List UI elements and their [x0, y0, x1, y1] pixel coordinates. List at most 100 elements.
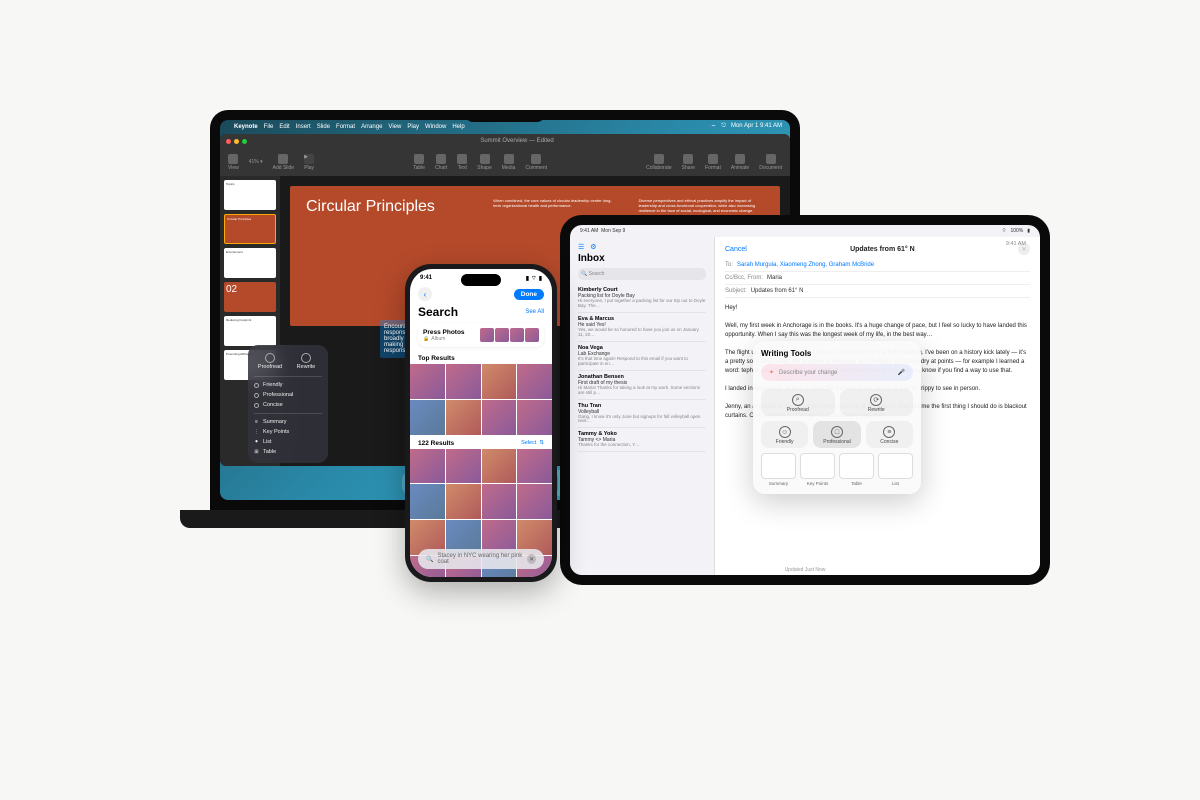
menubar-edit[interactable]: Edit — [279, 124, 289, 130]
battery-icon: ▮ — [1027, 228, 1030, 234]
photo-thumbnail[interactable] — [446, 400, 481, 435]
toolbar-share[interactable]: Share — [682, 154, 695, 171]
toolbar-add-slide[interactable]: Add Slide — [273, 154, 294, 171]
menubar-format[interactable]: Format — [336, 124, 355, 130]
slide-thumb[interactable]: Reducing Footprint — [224, 316, 276, 346]
menubar-slide[interactable]: Slide — [317, 124, 330, 130]
mail-list-item[interactable]: Jonathan BensenFirst draft of my thesisH… — [578, 371, 706, 400]
rewrite-button[interactable]: Rewrite — [290, 351, 322, 372]
concise-option[interactable]: Concise — [254, 400, 322, 410]
describe-change-input[interactable]: ✦ Describe your change 🎤 — [761, 364, 913, 381]
wifi-icon: ⌔ — [531, 274, 537, 282]
toolbar-view[interactable]: View — [228, 154, 239, 171]
toolbar-play[interactable]: ▶Play — [304, 154, 314, 171]
photo-thumbnail[interactable] — [482, 449, 517, 484]
photo-thumbnail[interactable] — [482, 484, 517, 519]
slide-thumb[interactable]: Topics — [224, 180, 276, 210]
toolbar-zoom[interactable]: 41% ▾ — [249, 159, 263, 165]
proofread-button[interactable]: ⌕Proofread — [761, 389, 835, 416]
mail-list-item[interactable]: Thu TranVolleyballGang, I know it's only… — [578, 400, 706, 429]
photo-thumbnail[interactable] — [517, 484, 552, 519]
toolbar-format[interactable]: Format — [705, 154, 721, 171]
photos-search-field[interactable]: 🔍 Stacey in NYC wearing her pink coat ✕ — [418, 549, 544, 569]
concise-button[interactable]: ≡Concise — [866, 421, 913, 448]
slide-thumb[interactable]: 02 — [224, 282, 276, 312]
ipad-date: Mon Sep 9 — [601, 228, 625, 234]
menubar-play[interactable]: Play — [407, 124, 419, 130]
photo-thumbnail[interactable] — [517, 449, 552, 484]
photo-thumbnail[interactable] — [410, 449, 445, 484]
photo-thumbnail[interactable] — [446, 484, 481, 519]
photo-thumbnail[interactable] — [482, 364, 517, 399]
toolbar-shape[interactable]: Shape — [477, 154, 491, 171]
toolbar-document[interactable]: Document — [759, 154, 782, 171]
table-option[interactable]: ⊞Table — [254, 447, 322, 457]
to-field[interactable]: To:Sarah Murguia, Xiaomeng Zhong, Graham… — [725, 259, 1030, 272]
app-name[interactable]: Keynote — [234, 124, 258, 130]
sort-icon[interactable]: ⇅ — [539, 440, 544, 446]
mail-list-item[interactable]: Eva & MarcusHe said Yes!Yes, we would be… — [578, 313, 706, 342]
cc-field[interactable]: Cc/Bcc, From:Maria — [725, 272, 1030, 285]
summary-option[interactable]: ≡Summary — [254, 417, 322, 427]
mail-list-item[interactable]: Kimberly CourtPacking list for Doyle Bay… — [578, 284, 706, 313]
control-center-icon[interactable]: ⎋ — [721, 123, 726, 131]
mic-icon[interactable]: 🎤 — [898, 369, 905, 376]
toolbar-chart[interactable]: Chart — [435, 154, 447, 171]
mail-search-field[interactable]: 🔍 Search — [578, 268, 706, 280]
slide-title[interactable]: Circular Principles — [306, 198, 473, 216]
wifi-icon[interactable]: ⌔ — [711, 123, 717, 131]
toolbar-media[interactable]: Media — [502, 154, 516, 171]
menubar-insert[interactable]: Insert — [296, 124, 311, 130]
photo-thumbnail[interactable] — [517, 364, 552, 399]
toolbar-text[interactable]: Text — [457, 154, 467, 171]
proofread-button[interactable]: Proofread — [254, 351, 286, 372]
menubar-view[interactable]: View — [388, 124, 401, 130]
sidebar-toggle-icon[interactable]: ☰ — [578, 243, 584, 251]
slide-thumb[interactable]: Circular Principles — [224, 214, 276, 244]
photo-thumbnail[interactable] — [482, 400, 517, 435]
photo-thumbnail[interactable] — [410, 400, 445, 435]
menubar-file[interactable]: File — [264, 124, 274, 130]
photo-thumbnail[interactable] — [410, 484, 445, 519]
album-result-card[interactable]: Press Photos 🔒Album — [418, 323, 544, 347]
subject-field[interactable]: Subject:Updates from 61° N — [725, 285, 1030, 298]
menubar-datetime[interactable]: Mon Apr 1 9:41 AM — [731, 123, 782, 131]
menubar-window[interactable]: Window — [425, 124, 446, 130]
window-minimize-button[interactable] — [234, 139, 239, 144]
friendly-option[interactable]: Friendly — [254, 380, 322, 390]
table-card[interactable]: Table — [839, 453, 874, 486]
done-button[interactable]: Done — [514, 289, 544, 300]
professional-button[interactable]: □Professional — [813, 421, 860, 448]
back-button[interactable]: ‹ — [418, 287, 432, 301]
filter-icon[interactable]: ⚙ — [590, 243, 596, 251]
toolbar-collaborate[interactable]: Collaborate — [646, 154, 672, 171]
slide-thumb[interactable]: Environment — [224, 248, 276, 278]
professional-option[interactable]: Professional — [254, 390, 322, 400]
mail-list-item[interactable]: Noa VegaLab ExchangeIt's that time again… — [578, 342, 706, 371]
window-close-button[interactable] — [226, 139, 231, 144]
writing-tools-popover-mac: Proofread Rewrite Friendly Professional … — [248, 345, 328, 463]
writing-tools-popover-ipad: Writing Tools ✦ Describe your change 🎤 ⌕… — [753, 341, 921, 494]
photo-thumbnail[interactable] — [517, 400, 552, 435]
list-option[interactable]: ⦁List — [254, 437, 322, 447]
menubar-arrange[interactable]: Arrange — [361, 124, 382, 130]
key-points-card[interactable]: Key Points — [800, 453, 835, 486]
photo-thumbnail[interactable] — [446, 364, 481, 399]
toolbar-animate[interactable]: Animate — [731, 154, 749, 171]
summary-card[interactable]: Summary — [761, 453, 796, 486]
photo-thumbnail[interactable] — [410, 364, 445, 399]
menubar-help[interactable]: Help — [452, 124, 464, 130]
select-button[interactable]: Select ⇅ — [521, 440, 544, 446]
cancel-button[interactable]: Cancel — [725, 246, 747, 253]
see-all-button[interactable]: See All — [525, 309, 544, 315]
rewrite-button[interactable]: ⟳Rewrite — [840, 389, 914, 416]
photo-thumbnail[interactable] — [446, 449, 481, 484]
key-points-option[interactable]: ⋮Key Points — [254, 427, 322, 437]
mail-list-item[interactable]: Tammy & YokoTammy <> MariaThanks for the… — [578, 428, 706, 452]
list-card[interactable]: List — [878, 453, 913, 486]
friendly-button[interactable]: ☺Friendly — [761, 421, 808, 448]
clear-search-button[interactable]: ✕ — [527, 554, 536, 564]
toolbar-table[interactable]: Table — [413, 154, 425, 171]
window-maximize-button[interactable] — [242, 139, 247, 144]
toolbar-comment[interactable]: Comment — [525, 154, 547, 171]
